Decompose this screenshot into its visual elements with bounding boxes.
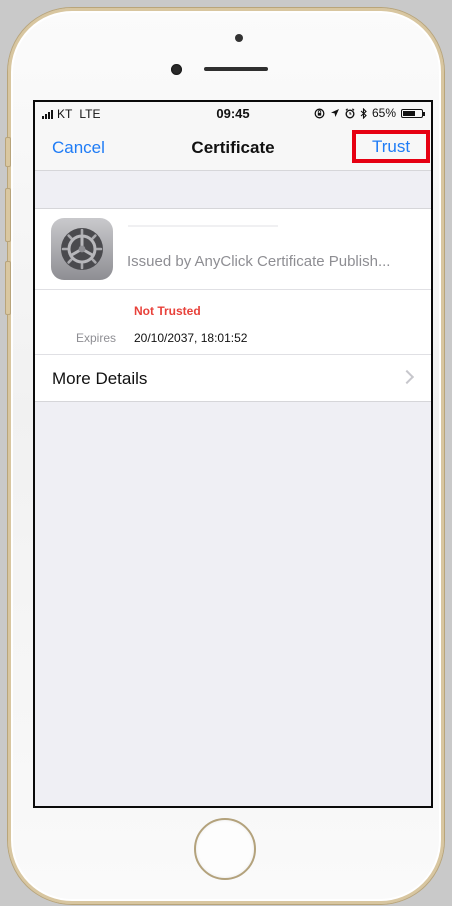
expires-value: 20/10/2037, 18:01:52 — [134, 331, 248, 345]
phone-screen: KT LTE 09:45 65% Cancel Certificate Trus… — [33, 100, 433, 808]
alarm-clock-icon — [345, 107, 355, 118]
proximity-sensor — [171, 64, 182, 75]
battery-level-fill — [403, 110, 415, 116]
volume-down-button — [5, 261, 11, 315]
more-details-label: More Details — [52, 369, 148, 388]
battery-percentage: 65% — [371, 106, 396, 120]
certificate-summary: Issued by AnyClick Certificate Publish..… — [35, 208, 431, 402]
battery-icon — [401, 108, 425, 118]
status-bar: KT LTE 09:45 65% — [35, 102, 431, 122]
bluetooth-icon — [360, 107, 367, 119]
navigation-bar: Cancel Certificate Trust — [35, 122, 431, 171]
earpiece-speaker — [204, 67, 268, 71]
certificate-header: Issued by AnyClick Certificate Publish..… — [35, 209, 431, 290]
home-button[interactable] — [194, 818, 256, 880]
certificate-details: Not Trusted Expires 20/10/2037, 18:01:52 — [35, 290, 431, 354]
front-camera — [235, 34, 243, 42]
chevron-right-icon — [399, 369, 415, 385]
rotation-lock-icon — [314, 108, 325, 118]
certificate-name-redacted — [128, 225, 278, 227]
mute-switch — [5, 137, 11, 167]
certificate-issuer: Issued by AnyClick Certificate Publish..… — [127, 253, 391, 270]
trust-button[interactable]: Trust — [352, 130, 430, 163]
settings-gear-icon — [51, 218, 113, 280]
location-arrow-icon — [330, 109, 339, 117]
expires-label: Expires — [76, 331, 117, 345]
trust-status-label: Not Trusted — [134, 304, 201, 318]
more-details-row[interactable]: More Details — [35, 354, 431, 401]
status-right: 65% — [314, 106, 425, 120]
volume-up-button — [5, 188, 11, 242]
